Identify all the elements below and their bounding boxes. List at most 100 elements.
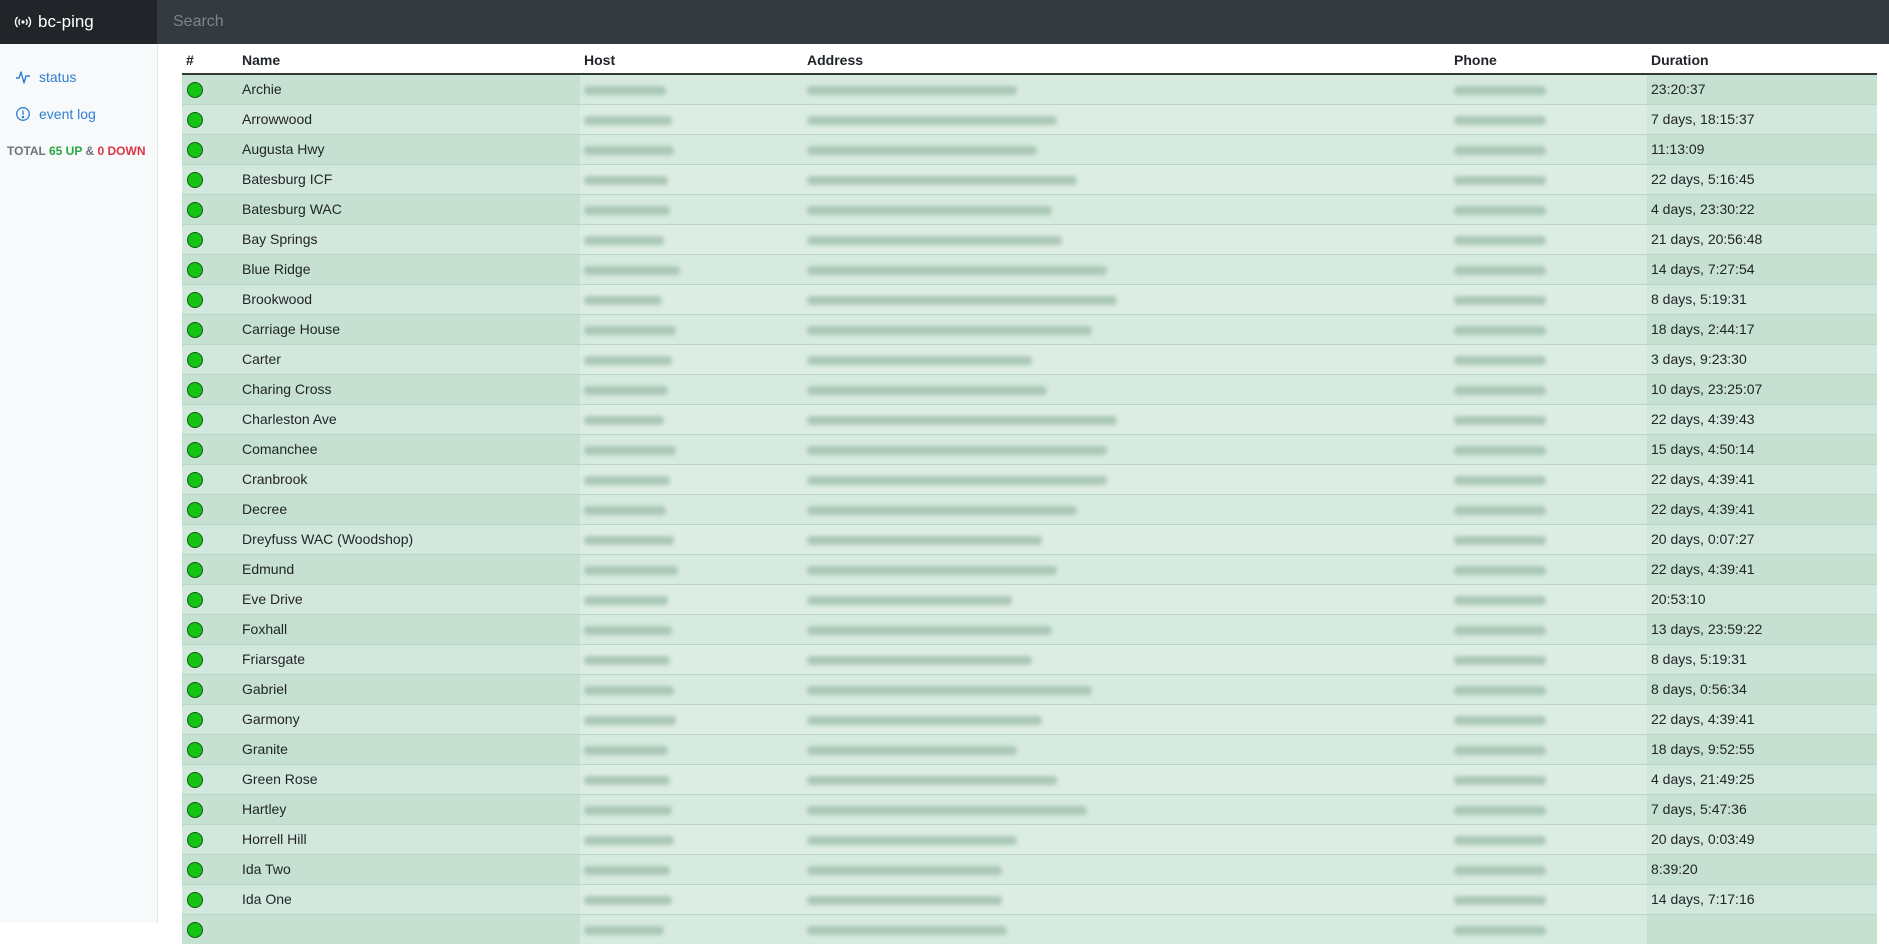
redacted-text (584, 235, 664, 245)
name-cell: Arrowwood (238, 103, 580, 134)
search-input[interactable] (157, 0, 1889, 44)
table-row[interactable]: Comanchee 15 days, 4:50:14 (182, 433, 1877, 464)
activity-icon (15, 69, 31, 85)
table-row[interactable]: Archie 23:20:37 (182, 73, 1877, 104)
status-up-icon (187, 591, 203, 608)
table-row[interactable]: Green Rose 4 days, 21:49:25 (182, 763, 1877, 794)
redacted-text (807, 295, 1117, 305)
duration-cell: 7 days, 5:47:36 (1647, 793, 1877, 824)
table-row[interactable]: Friarsgate 8 days, 5:19:31 (182, 643, 1877, 674)
redacted-text (584, 835, 674, 845)
status-up-icon (187, 291, 203, 308)
total-summary: TOTAL 65 UP & 0 DOWN (0, 144, 157, 158)
table-row[interactable]: Eve Drive 20:53:10 (182, 583, 1877, 614)
table-row[interactable] (182, 913, 1877, 944)
redacted-text (1454, 115, 1546, 125)
table-row[interactable]: Ida One 14 days, 7:17:16 (182, 883, 1877, 914)
sidebar-item-status[interactable]: status (0, 64, 157, 89)
status-cell (182, 643, 238, 674)
table-row[interactable]: Garmony 22 days, 4:39:41 (182, 703, 1877, 734)
status-cell (182, 673, 238, 704)
status-cell (182, 613, 238, 644)
status-cell (182, 793, 238, 824)
table-row[interactable]: Charleston Ave 22 days, 4:39:43 (182, 403, 1877, 434)
table-row[interactable]: Carriage House 18 days, 2:44:17 (182, 313, 1877, 344)
redacted-text (584, 535, 674, 545)
status-up-icon (187, 621, 203, 638)
redacted-text (807, 385, 1047, 395)
header-duration[interactable]: Duration (1647, 44, 1877, 75)
table-row[interactable]: Augusta Hwy 11:13:09 (182, 133, 1877, 164)
duration-cell: 18 days, 2:44:17 (1647, 313, 1877, 344)
table-row[interactable]: Blue Ridge 14 days, 7:27:54 (182, 253, 1877, 284)
redacted-text (584, 385, 668, 395)
redacted-text (807, 355, 1032, 365)
duration-cell: 15 days, 4:50:14 (1647, 433, 1877, 464)
table-row[interactable]: Foxhall 13 days, 23:59:22 (182, 613, 1877, 644)
table-row[interactable]: Dreyfuss WAC (Woodshop) 20 days, 0:07:27 (182, 523, 1877, 554)
duration-cell: 8:39:20 (1647, 853, 1877, 884)
name-cell: Green Rose (238, 763, 580, 794)
header-status[interactable]: # (182, 44, 238, 75)
brand[interactable]: bc-ping (0, 0, 157, 44)
table-row[interactable]: Edmund 22 days, 4:39:41 (182, 553, 1877, 584)
header-address[interactable]: Address (803, 44, 1450, 75)
table-row[interactable]: Horrell Hill 20 days, 0:03:49 (182, 823, 1877, 854)
duration-cell: 3 days, 9:23:30 (1647, 343, 1877, 374)
table-row[interactable]: Cranbrook 22 days, 4:39:41 (182, 463, 1877, 494)
sidebar-item-event-log[interactable]: event log (0, 101, 157, 126)
address-cell (803, 193, 1450, 224)
header-name[interactable]: Name (238, 44, 580, 75)
status-up-icon (187, 681, 203, 698)
name-cell: Ida One (238, 883, 580, 914)
phone-cell (1450, 403, 1647, 434)
redacted-text (1454, 835, 1546, 845)
table-row[interactable]: Batesburg ICF 22 days, 5:16:45 (182, 163, 1877, 194)
status-up-icon (187, 351, 203, 368)
host-cell (580, 643, 803, 674)
host-cell (580, 793, 803, 824)
redacted-text (807, 595, 1012, 605)
name-cell: Decree (238, 493, 580, 524)
status-up-icon (187, 771, 203, 788)
redacted-text (1454, 535, 1546, 545)
host-cell (580, 313, 803, 344)
redacted-text (1454, 625, 1546, 635)
table-row[interactable]: Hartley 7 days, 5:47:36 (182, 793, 1877, 824)
address-cell (803, 823, 1450, 854)
redacted-text (584, 475, 670, 485)
duration-cell: 23:20:37 (1647, 73, 1877, 104)
table-row[interactable]: Carter 3 days, 9:23:30 (182, 343, 1877, 374)
table-row[interactable]: Decree 22 days, 4:39:41 (182, 493, 1877, 524)
table-row[interactable]: Brookwood 8 days, 5:19:31 (182, 283, 1877, 314)
header-host[interactable]: Host (580, 44, 803, 75)
duration-cell: 4 days, 21:49:25 (1647, 763, 1877, 794)
redacted-text (1454, 385, 1546, 395)
address-cell (803, 253, 1450, 284)
status-up-icon (187, 831, 203, 848)
table-row[interactable]: Bay Springs 21 days, 20:56:48 (182, 223, 1877, 254)
host-cell (580, 73, 803, 104)
redacted-text (584, 445, 676, 455)
address-cell (803, 763, 1450, 794)
status-cell (182, 103, 238, 134)
phone-cell (1450, 733, 1647, 764)
table-row[interactable]: Batesburg WAC 4 days, 23:30:22 (182, 193, 1877, 224)
status-cell (182, 403, 238, 434)
phone-cell (1450, 913, 1647, 944)
status-cell (182, 913, 238, 944)
table-row[interactable]: Charing Cross 10 days, 23:25:07 (182, 373, 1877, 404)
total-separator: & (82, 144, 98, 158)
table-row[interactable]: Arrowwood 7 days, 18:15:37 (182, 103, 1877, 134)
duration-cell: 22 days, 4:39:41 (1647, 493, 1877, 524)
redacted-text (807, 86, 1017, 96)
table-row[interactable]: Gabriel 8 days, 0:56:34 (182, 673, 1877, 704)
host-cell (580, 223, 803, 254)
header-phone[interactable]: Phone (1450, 44, 1647, 75)
redacted-text (584, 595, 668, 605)
table-row[interactable]: Ida Two 8:39:20 (182, 853, 1877, 884)
table-row[interactable]: Granite 18 days, 9:52:55 (182, 733, 1877, 764)
sidebar: status event log TOTAL 65 UP & 0 DOWN (0, 44, 158, 923)
status-cell (182, 283, 238, 314)
host-cell (580, 763, 803, 794)
